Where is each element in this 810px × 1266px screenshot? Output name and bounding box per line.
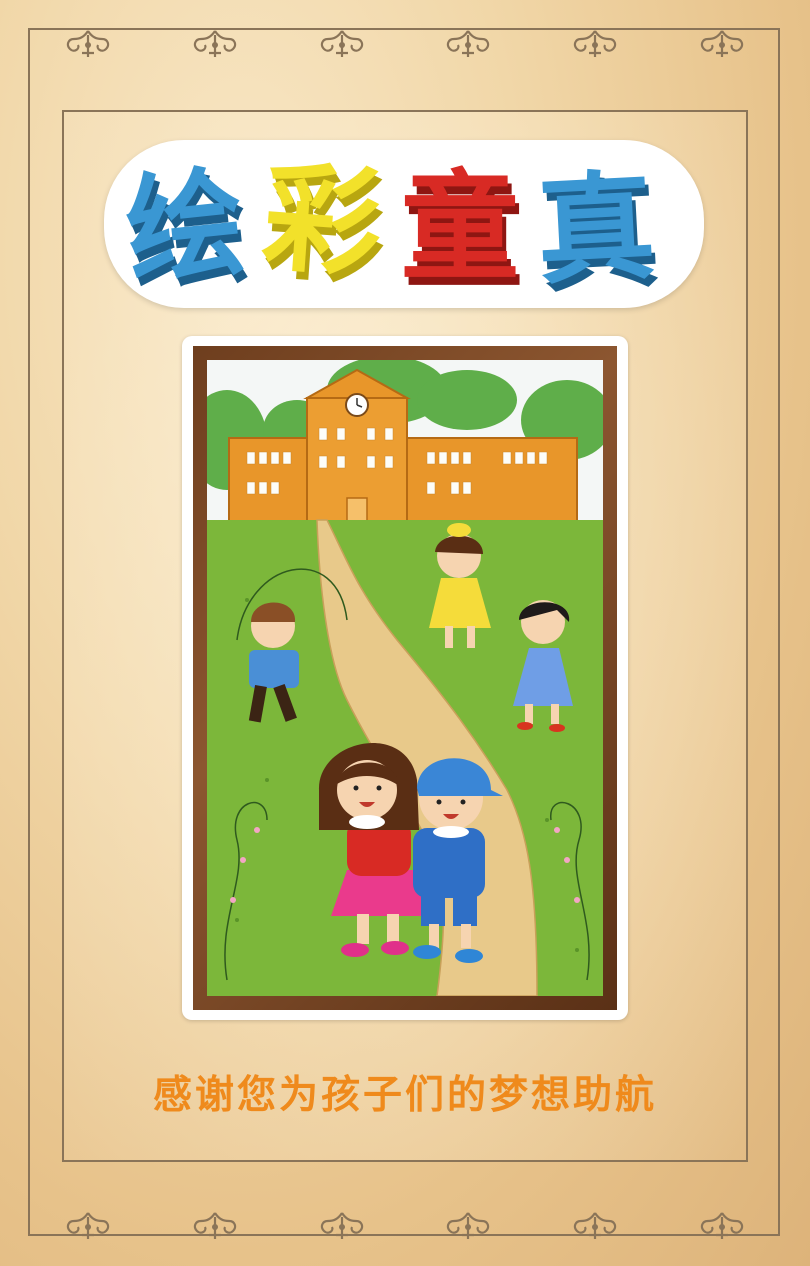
- ornament-icon: [193, 30, 236, 57]
- ornament-icon: [447, 30, 490, 57]
- page-title: 绘 绘 彩 彩 童 童 真 真: [120, 148, 663, 308]
- ornament-row-bottom: [60, 1206, 750, 1246]
- ornament-icon: [700, 30, 744, 57]
- ornament-icon: [320, 1212, 363, 1239]
- ornament-icon: [193, 1212, 236, 1239]
- thank-you-caption: 感谢您为孩子们的梦想助航: [152, 1073, 657, 1118]
- ornament-icon: [447, 1212, 490, 1239]
- title-char-2: 彩: [259, 148, 386, 294]
- school-illustration: [207, 360, 603, 996]
- ornament-icon: [66, 1212, 110, 1239]
- title-char-3: 童: [401, 158, 519, 296]
- ornament-icon: [320, 30, 363, 57]
- ornament-icon: [574, 1212, 617, 1239]
- title-char-1: 绘: [120, 152, 252, 302]
- ornament-icon: [66, 30, 110, 57]
- ornament-row-top: [60, 24, 750, 64]
- ornament-icon: [574, 30, 617, 57]
- title-char-4: 真: [533, 157, 658, 301]
- ornament-icon: [700, 1212, 744, 1239]
